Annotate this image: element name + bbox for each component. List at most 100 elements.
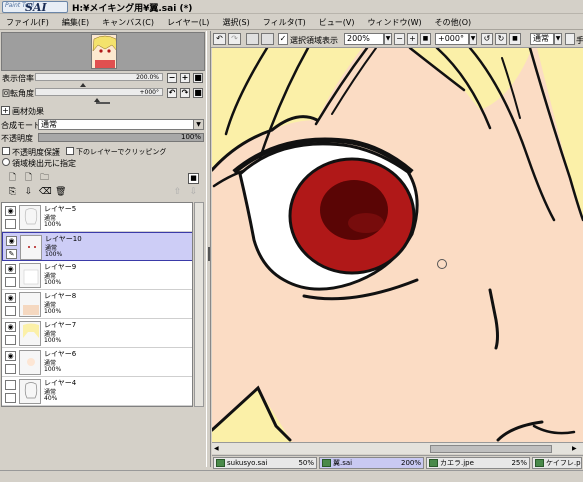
blend-dropdown[interactable]: 通常	[530, 33, 554, 45]
navigator-preview[interactable]	[1, 32, 205, 71]
trash-icon[interactable]: 🗑	[55, 187, 66, 198]
layer-row[interactable]: ◉ レイヤー9 通常 100%	[2, 261, 192, 290]
new-layer-icon[interactable]: 🗋	[7, 173, 18, 184]
layer-lock-box[interactable]	[5, 306, 16, 316]
preserve-opacity-label: 不透明度保護	[12, 148, 60, 157]
plus-icon[interactable]: +	[1, 106, 10, 115]
layer-opacity: 100%	[44, 337, 62, 344]
blend-mode-select[interactable]: 通常 ▼	[38, 119, 204, 130]
eye-off-icon[interactable]	[5, 380, 16, 390]
menu-bar: ファイル(F) 編集(E) キャンバス(C) レイヤー(L) 選択(S) フィル…	[0, 15, 583, 30]
layer-row[interactable]: ◉ レイヤー7 通常 100%	[2, 319, 192, 348]
zoom-row: 表示倍率 200.0% − + ■	[1, 73, 205, 83]
invert-selection-icon[interactable]	[261, 33, 274, 45]
redo-icon[interactable]: ↷	[228, 33, 241, 45]
menu-edit[interactable]: 編集(E)	[56, 15, 96, 29]
rotate-reset-icon[interactable]: ■	[509, 33, 521, 45]
chevron-down-icon[interactable]: ▼	[384, 33, 392, 45]
menu-canvas[interactable]: キャンバス(C)	[96, 15, 161, 29]
undo-icon[interactable]: ↶	[213, 33, 226, 45]
layer-thumbnail	[19, 321, 41, 346]
layer-opacity: 100%	[45, 251, 63, 258]
copy-layer-icon[interactable]: ⎘	[7, 187, 18, 198]
rotate-slider[interactable]: +000°	[35, 88, 163, 96]
navigator-thumbnail-art	[92, 35, 116, 68]
chevron-down-icon[interactable]: ▼	[469, 33, 477, 45]
zoom-slider[interactable]: 200.0%	[35, 73, 163, 81]
zoom-out-button[interactable]: −	[167, 73, 177, 83]
selection-source-radio[interactable]	[2, 158, 10, 166]
eye-icon[interactable]: ◉	[5, 206, 16, 216]
layer-row[interactable]: レイヤー4 通常 40%	[2, 377, 192, 406]
layer-opacity: 100%	[44, 308, 62, 315]
clear-layer-icon[interactable]: ⌫	[39, 187, 52, 198]
layer-move-down-icon[interactable]: ⇩	[188, 187, 199, 198]
rotate-right-button[interactable]: ↷	[180, 88, 190, 98]
eye-icon[interactable]: ◉	[5, 322, 16, 332]
selection-display-checkbox[interactable]: ✓	[278, 33, 288, 45]
panel-divider-grip[interactable]	[96, 102, 110, 104]
opacity-slider[interactable]: 100%	[38, 133, 204, 142]
layer-panel-toggle-icon[interactable]: ■	[188, 173, 199, 184]
layer-move-up-icon[interactable]: ⇧	[172, 187, 183, 198]
layer-lock-box[interactable]	[5, 219, 16, 229]
splitter-grip[interactable]	[208, 247, 210, 261]
document-tab[interactable]: sukusyo.sai 50%	[213, 457, 317, 469]
new-folder-icon[interactable]: 🗀	[39, 173, 50, 184]
zoom-out-icon[interactable]: −	[394, 33, 405, 45]
zoom-in-icon[interactable]: +	[407, 33, 418, 45]
horizontal-scroll-thumb[interactable]	[430, 445, 552, 453]
layer-row[interactable]: ◉ レイヤー6 通常 100%	[2, 348, 192, 377]
tab-name: カエラ.jpe	[440, 459, 474, 467]
eye-icon[interactable]: ◉	[5, 293, 16, 303]
menu-other[interactable]: その他(O)	[429, 15, 479, 29]
drawing-canvas[interactable]	[212, 48, 583, 442]
clipping-label: 下のレイヤーでクリッピング	[76, 148, 167, 156]
zoom-in-button[interactable]: +	[180, 73, 190, 83]
menu-view[interactable]: ビュー(V)	[313, 15, 362, 29]
layer-row-selected[interactable]: ◉ ✎ レイヤー10 通常 100%	[2, 232, 192, 261]
rotation-dropdown[interactable]: +000°	[435, 33, 469, 45]
document-tab[interactable]: ケイフレ.png	[532, 457, 582, 469]
layer-lock-box[interactable]	[5, 335, 16, 345]
clipping-checkbox[interactable]	[66, 147, 74, 155]
eye-icon[interactable]: ◉	[5, 351, 16, 361]
zoom-dropdown[interactable]: 200%	[344, 33, 384, 45]
rotate-left-button[interactable]: ↶	[167, 88, 177, 98]
stabilizer-checkbox[interactable]	[565, 33, 575, 45]
rotate-right-icon[interactable]: ↻	[495, 33, 507, 45]
panel-splitter[interactable]	[206, 31, 211, 467]
scroll-right-icon[interactable]: ▶	[572, 445, 580, 453]
pencil-icon[interactable]: ✎	[6, 249, 17, 259]
chevron-down-icon[interactable]: ▼	[554, 33, 562, 45]
document-tab-active[interactable]: 翼.sai 200%	[319, 457, 424, 469]
zoom-reset-icon[interactable]: ■	[420, 33, 431, 45]
menu-filter[interactable]: フィルタ(T)	[257, 15, 313, 29]
canvas-horizontal-scrollbar[interactable]: ◀ ▶	[212, 442, 583, 454]
layer-row[interactable]: ◉ レイヤー5 通常 100%	[2, 203, 192, 232]
layer-list-scrollbar[interactable]	[194, 202, 204, 407]
deselect-icon[interactable]	[246, 33, 259, 45]
menu-window[interactable]: ウィンドウ(W)	[361, 15, 428, 29]
menu-layer[interactable]: レイヤー(L)	[161, 15, 216, 29]
new-vector-layer-icon[interactable]: 🗋	[23, 173, 34, 184]
eye-icon[interactable]: ◉	[6, 236, 17, 246]
merge-down-icon[interactable]: ⇩	[23, 187, 34, 198]
layer-lock-box[interactable]	[5, 393, 16, 403]
layer-lock-box[interactable]	[5, 364, 16, 374]
preserve-opacity-checkbox[interactable]	[2, 147, 10, 155]
layer-row[interactable]: ◉ レイヤー8 通常 100%	[2, 290, 192, 319]
bottom-bar	[0, 470, 583, 482]
menu-file[interactable]: ファイル(F)	[0, 15, 56, 29]
rotate-reset-button[interactable]: ■	[193, 88, 203, 98]
zoom-reset-button[interactable]: ■	[193, 73, 203, 83]
layer-lock-box[interactable]	[5, 277, 16, 287]
document-tabs: sukusyo.sai 50% 翼.sai 200% カエラ.jpe 25% ケ…	[212, 455, 583, 469]
image-icon	[216, 459, 225, 467]
canvas-artwork	[212, 48, 583, 442]
rotate-left-icon[interactable]: ↺	[481, 33, 493, 45]
document-tab[interactable]: カエラ.jpe 25%	[426, 457, 530, 469]
menu-select[interactable]: 選択(S)	[216, 15, 256, 29]
eye-icon[interactable]: ◉	[5, 264, 16, 274]
scroll-left-icon[interactable]: ◀	[214, 445, 222, 453]
